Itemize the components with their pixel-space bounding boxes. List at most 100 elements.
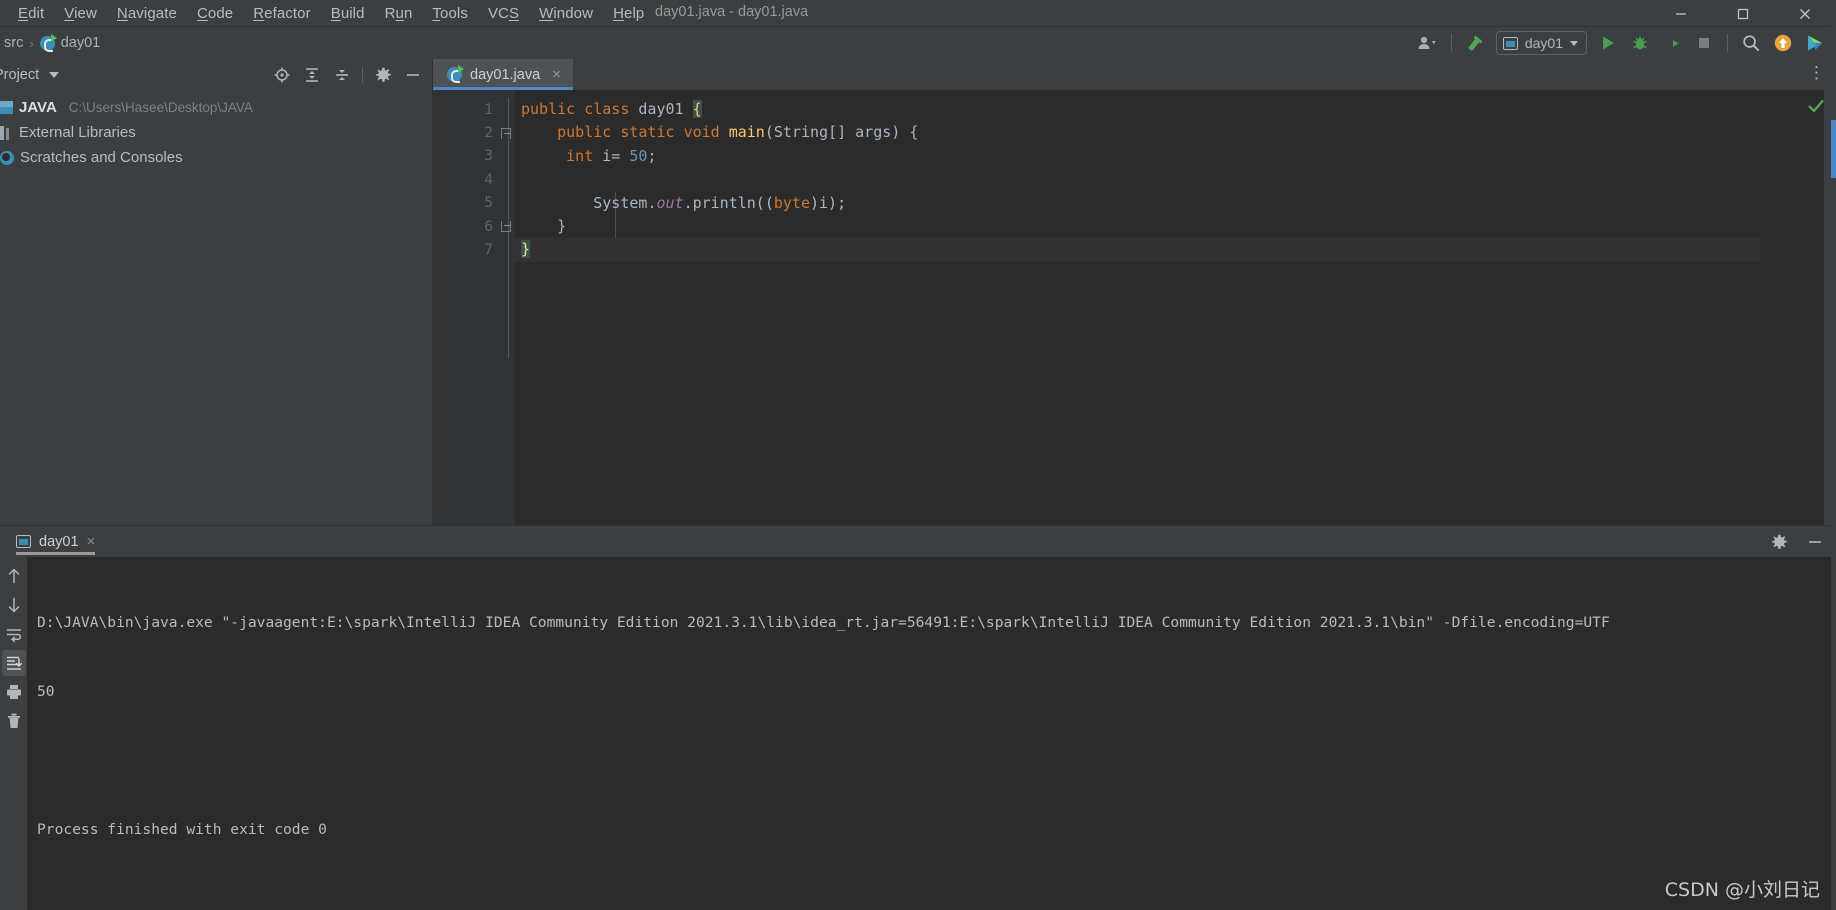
soft-wrap-icon[interactable] (2, 621, 26, 647)
search-icon[interactable] (1736, 30, 1766, 56)
code-line-1: public class day01 { (521, 100, 702, 118)
people-icon[interactable] (1413, 30, 1443, 56)
select-opened-file-icon[interactable] (269, 63, 295, 87)
inspection-status-ok-icon[interactable] (1806, 96, 1826, 116)
gutter-line: 4 (433, 168, 497, 191)
chevron-down-icon[interactable] (49, 72, 60, 78)
fold-marker (497, 192, 515, 215)
run-configuration-label: day01 (1524, 35, 1563, 51)
menu-view[interactable]: View (54, 3, 107, 24)
project-panel-tools (269, 63, 426, 87)
trash-icon[interactable] (2, 708, 26, 734)
run-button[interactable] (1593, 30, 1623, 56)
fold-marker (497, 168, 515, 191)
java-class-icon (447, 65, 464, 83)
tree-item-label: External Libraries (19, 124, 136, 141)
down-arrow-icon[interactable] (2, 592, 26, 618)
menu-refactor[interactable]: Refactor (243, 3, 321, 24)
main-toolbar: day01 (1413, 27, 1830, 59)
maximize-icon[interactable] (1712, 0, 1774, 27)
run-with-coverage-button[interactable] (1657, 30, 1687, 56)
breadcrumb-separator: › (29, 35, 34, 51)
code-editor[interactable]: public class day01 { public static void … (515, 90, 1760, 525)
editor-options-icon[interactable]: ⋮ (1808, 64, 1826, 81)
tree-item-external-libraries[interactable]: External Libraries (0, 120, 432, 145)
menu-build[interactable]: Build (321, 3, 375, 24)
editor-body: 1 2 3 4 5 6 7 public class day01 {publi… (433, 90, 1836, 525)
run-tool-window: day01 × D:\JAVA\bin\java.exe "-javaagent… (0, 525, 1836, 910)
ide-feature-trainer-icon[interactable] (1800, 30, 1830, 56)
gutter-line: 5 (433, 192, 497, 215)
run-tab-label: day01 (39, 533, 79, 550)
menu-window[interactable]: Window (529, 3, 603, 24)
breadcrumb-src[interactable]: src (4, 35, 23, 51)
menu-help[interactable]: Help (603, 3, 654, 24)
fold-marker (497, 238, 515, 261)
run-tabstrip: day01 × (0, 526, 1836, 557)
chevron-down-icon (1570, 40, 1578, 46)
fold-marker (497, 145, 515, 168)
run-configuration-selector[interactable]: day01 (1495, 31, 1587, 55)
up-arrow-icon[interactable] (2, 563, 26, 589)
fold-close-icon (501, 221, 511, 233)
menu-vcs[interactable]: VCS (478, 3, 529, 24)
code-line-2: public static void main(String[] args) { (557, 123, 919, 142)
gutter-line: 3 (433, 145, 497, 168)
project-panel-header: Project (0, 59, 432, 91)
minimize-icon[interactable] (1650, 0, 1712, 27)
tab-label: day01.java (470, 66, 541, 83)
code-line-5: System.out.println((byte)i); (593, 193, 847, 212)
print-icon[interactable] (2, 679, 26, 705)
run-tab-day01[interactable]: day01 × (0, 526, 107, 557)
menu-bar: Edit View Navigate Code Refactor Build R… (0, 0, 1836, 27)
debug-button[interactable] (1625, 30, 1655, 56)
console-output[interactable]: D:\JAVA\bin\java.exe "-javaagent:E:\spar… (27, 557, 1836, 910)
hide-panel-icon[interactable] (1802, 530, 1828, 554)
menu-tools[interactable]: Tools (422, 3, 478, 24)
expand-all-icon[interactable] (299, 63, 325, 87)
main-content: Project (0, 59, 1836, 525)
menu-items: Edit View Navigate Code Refactor Build R… (8, 3, 654, 24)
menu-navigate[interactable]: Navigate (107, 3, 187, 24)
tree-item-path: C:\Users\Hasee\Desktop\JAVA (68, 100, 253, 115)
library-icon (0, 125, 13, 140)
menu-run[interactable]: Run (375, 3, 423, 24)
project-panel-title[interactable]: Project (0, 67, 39, 83)
tree-item-java-module[interactable]: JAVA C:\Users\Hasee\Desktop\JAVA (0, 95, 432, 120)
line-number: 5 (484, 195, 493, 212)
hide-panel-icon[interactable] (400, 63, 426, 87)
tab-day01-java[interactable]: day01.java × (433, 59, 573, 90)
line-number: 6 (484, 218, 493, 235)
settings-gear-icon[interactable] (1766, 530, 1792, 554)
collapse-all-icon[interactable] (329, 63, 355, 87)
fold-marker (497, 98, 515, 121)
sidebar-tool-separator (362, 67, 363, 83)
menu-edit[interactable]: Edit (8, 3, 54, 24)
hammer-icon[interactable] (1460, 30, 1490, 56)
module-icon (0, 101, 13, 114)
breadcrumb-day01[interactable]: day01 (61, 35, 101, 51)
console-line: 50 (37, 683, 55, 700)
project-tree: JAVA C:\Users\Hasee\Desktop\JAVA Externa… (0, 91, 432, 170)
editor-gutter: 1 2 3 4 5 6 7 (433, 90, 515, 525)
tree-item-scratches-and-consoles[interactable]: Scratches and Consoles (0, 145, 432, 170)
line-number: 1 (484, 101, 493, 118)
fold-marker-open[interactable] (497, 121, 515, 144)
close-icon[interactable]: × (87, 533, 96, 550)
update-project-icon[interactable] (1768, 30, 1798, 56)
fold-marker-close[interactable] (497, 215, 515, 238)
gutter-line: 7 (433, 238, 497, 261)
stop-button[interactable] (1689, 30, 1719, 56)
line-number: 7 (484, 242, 493, 259)
settings-gear-icon[interactable] (370, 63, 396, 87)
scroll-to-end-icon[interactable] (1, 650, 26, 676)
menu-code[interactable]: Code (187, 3, 243, 24)
close-icon[interactable] (1774, 0, 1836, 27)
code-line-3: int i= 50; (566, 146, 657, 165)
close-icon[interactable]: × (552, 66, 561, 83)
scrollbar-thumb[interactable] (1831, 120, 1836, 178)
tree-item-label: Scratches and Consoles (20, 149, 183, 166)
window-right-edge (1831, 0, 1836, 910)
